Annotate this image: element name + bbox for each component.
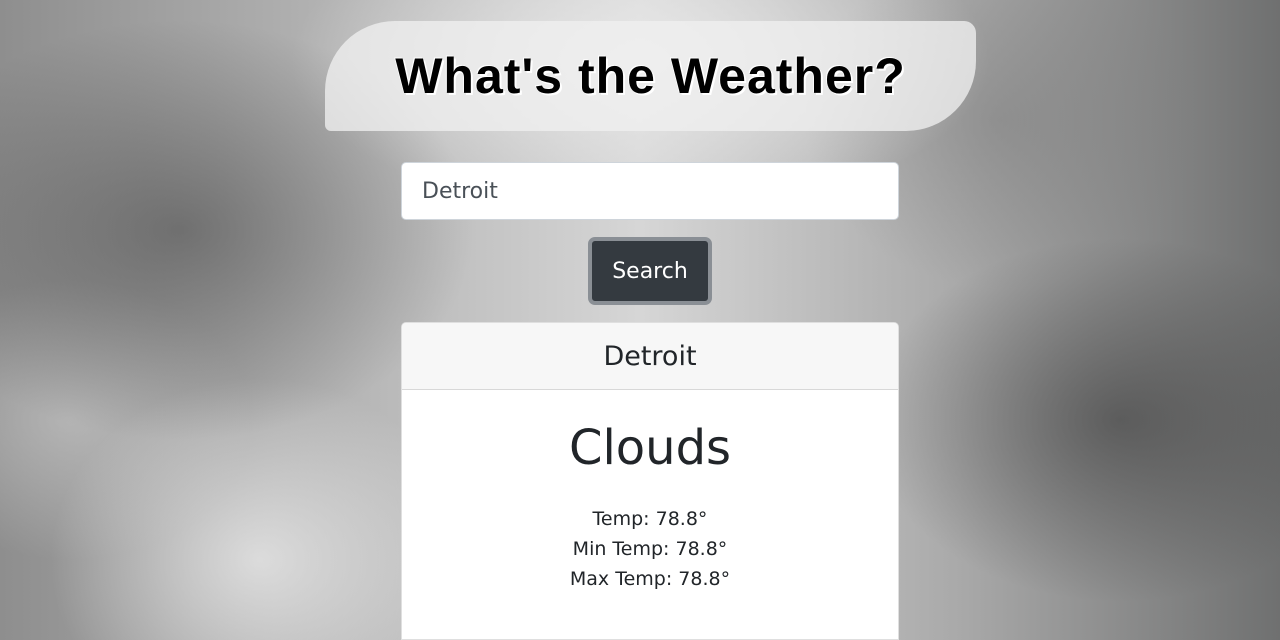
page-title: What's the Weather? [395, 48, 906, 104]
min-temp-value: Min Temp: 78.8° [572, 538, 728, 560]
weather-card: Detroit Clouds Temp: 78.8° Min Temp: 78.… [401, 322, 899, 640]
city-search-input[interactable] [401, 162, 899, 220]
search-button[interactable]: Search [588, 237, 712, 305]
weather-condition: Clouds [568, 420, 732, 476]
temp-value: Temp: 78.8° [592, 508, 708, 530]
weather-stats: Temp: 78.8° Min Temp: 78.8° Max Temp: 78… [402, 504, 898, 594]
weather-card-city: Detroit [402, 323, 898, 390]
title-banner: What's the Weather? [325, 21, 976, 131]
max-temp-value: Max Temp: 78.8° [569, 568, 731, 590]
weather-card-body: Clouds Temp: 78.8° Min Temp: 78.8° Max T… [402, 420, 898, 594]
